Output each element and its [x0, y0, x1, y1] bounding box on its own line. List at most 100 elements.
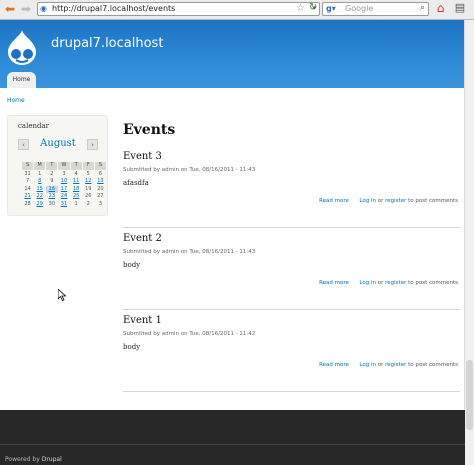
calendar-day: 27	[97, 193, 104, 200]
event-title[interactable]: Event 2	[123, 233, 162, 244]
post-comments-text: to post comments	[408, 362, 458, 368]
calendar-day-link[interactable]: 10	[58, 178, 70, 186]
weekday-header: M	[33, 161, 47, 171]
calendar-day-link[interactable]: 8	[34, 178, 46, 186]
weekday-header: S	[20, 161, 35, 171]
calendar-day-link[interactable]: 29	[34, 201, 46, 209]
read-more-link[interactable]: Read more	[319, 198, 349, 204]
event-node: Event 2 Submitted by admin on Tue, 08/16…	[123, 233, 460, 310]
register-link[interactable]: register	[385, 362, 406, 368]
post-comments-text: to post comments	[408, 198, 458, 204]
event-node: Event 1 Submitted by admin on Tue, 08/16…	[123, 315, 460, 392]
weekday-header: T	[69, 161, 83, 171]
or-text: or	[377, 280, 384, 286]
calendar-day-link[interactable]: 24	[58, 193, 70, 201]
calendar-day: 9	[50, 178, 54, 185]
calendar-day: 31	[24, 170, 31, 177]
calendar-day-link[interactable]: 25	[70, 193, 82, 201]
calendar-prev-button[interactable]: ‹	[18, 139, 29, 150]
calendar-title: calendar	[18, 122, 49, 130]
calendar-day: 28	[24, 200, 31, 207]
calendar-day-link[interactable]: 23	[46, 193, 58, 201]
reload-icon[interactable]: ↻	[309, 2, 322, 15]
powered-by-text: Powered by	[5, 456, 40, 463]
read-more-link[interactable]: Read more	[319, 362, 349, 368]
calendar-day-link[interactable]: 21	[22, 193, 34, 201]
calendar-day-link[interactable]: 22	[34, 193, 46, 201]
calendar-day-link[interactable]: 18	[70, 186, 82, 194]
calendar-day: 1	[74, 200, 78, 207]
home-icon[interactable]: ⌂	[433, 1, 448, 16]
site-name[interactable]: drupal7.localhost	[51, 36, 163, 51]
event-links: Read more Log in or register to post com…	[319, 280, 458, 286]
login-link[interactable]: Log in	[359, 362, 376, 368]
weekday-header: T	[45, 161, 59, 171]
calendar-day: 4	[74, 170, 78, 177]
calendar-day-link[interactable]: 17	[58, 186, 70, 194]
calendar-day-link[interactable]: 12	[82, 178, 94, 186]
calendar-block: calendar August ‹ › S M T W T F S 31 1 2…	[7, 115, 108, 216]
register-link[interactable]: register	[385, 198, 406, 204]
event-body: body	[123, 343, 141, 351]
event-body: afasdfa	[123, 179, 149, 187]
event-submitted: Submitted by admin on Tue, 08/16/2011 - …	[123, 249, 256, 255]
powered-by: Powered by Drupal	[5, 456, 62, 463]
search-bar[interactable]: g▾ Google ⌕	[322, 2, 429, 16]
mouse-cursor-icon	[58, 289, 66, 301]
drupal-link[interactable]: Drupal	[42, 456, 62, 463]
weekday-header: W	[57, 161, 71, 171]
site-footer	[0, 410, 465, 465]
or-text: or	[377, 198, 384, 204]
forward-icon[interactable]: ➡	[18, 2, 34, 16]
bookmark-star-icon[interactable]: ☆	[296, 3, 305, 14]
event-links: Read more Log in or register to post com…	[319, 362, 458, 368]
google-icon[interactable]: g▾	[326, 4, 336, 13]
calendar-day: 26	[85, 193, 92, 200]
calendar-day-today[interactable]: 16	[45, 185, 58, 193]
weekday-header: S	[93, 161, 108, 171]
login-link[interactable]: Log in	[359, 280, 376, 286]
post-comments-text: to post comments	[408, 280, 458, 286]
site-favicon-icon: ◉	[40, 4, 47, 13]
calendar-day: 14	[24, 185, 31, 192]
tab-home[interactable]: Home	[7, 72, 36, 88]
event-node: Event 3 Submitted by admin on Tue, 08/16…	[123, 151, 460, 228]
calendar-day: 3	[98, 200, 103, 207]
calendar-day-link[interactable]: 11	[70, 178, 82, 186]
calendar-day-link[interactable]: 31	[58, 201, 70, 209]
page-title: Events	[123, 122, 176, 138]
page-scrollbar[interactable]	[464, 20, 474, 465]
calendar-day: 2	[50, 170, 54, 177]
calendar-day: 1	[38, 170, 42, 177]
breadcrumb[interactable]: Home	[7, 97, 25, 104]
scrollbar-thumb[interactable]	[466, 360, 473, 430]
calendar-day: 19	[85, 185, 92, 192]
site-header	[0, 20, 465, 88]
event-title[interactable]: Event 3	[123, 151, 162, 162]
login-link[interactable]: Log in	[359, 198, 376, 204]
back-icon[interactable]: ⬅	[2, 2, 18, 16]
calendar-day: 7	[25, 178, 30, 185]
search-icon[interactable]: ⌕	[420, 3, 425, 13]
event-links: Read more Log in or register to post com…	[319, 198, 458, 204]
event-title[interactable]: Event 1	[123, 315, 162, 326]
event-submitted: Submitted by admin on Tue, 08/16/2011 - …	[123, 331, 256, 337]
read-more-link[interactable]: Read more	[319, 280, 349, 286]
drupal-logo-icon[interactable]	[6, 28, 38, 66]
calendar-day: 6	[98, 170, 103, 177]
calendar-day: 20	[97, 185, 104, 192]
calendar-grid: S M T W T F S 31 1 2 3 4 5 6 7 8 9 10 11…	[20, 161, 108, 209]
url-bar[interactable]: ◉ http://drupal7.localhost/events ☆ ▾	[37, 2, 320, 16]
url-text: http://drupal7.localhost/events	[52, 4, 176, 13]
calendar-day: 3	[62, 170, 66, 177]
browser-toolbar: ⬅ ➡ ◉ http://drupal7.localhost/events ☆ …	[0, 0, 474, 20]
calendar-day-link[interactable]: 13	[94, 178, 106, 186]
calendar-day-link[interactable]: 15	[34, 186, 46, 194]
downloads-icon[interactable]: ▤	[452, 1, 468, 17]
event-submitted: Submitted by admin on Tue, 08/16/2011 - …	[123, 167, 256, 173]
event-body: body	[123, 261, 141, 269]
register-link[interactable]: register	[385, 280, 406, 286]
footer-divider	[0, 444, 465, 445]
calendar-day: 5	[86, 170, 90, 177]
calendar-next-button[interactable]: ›	[87, 139, 98, 150]
